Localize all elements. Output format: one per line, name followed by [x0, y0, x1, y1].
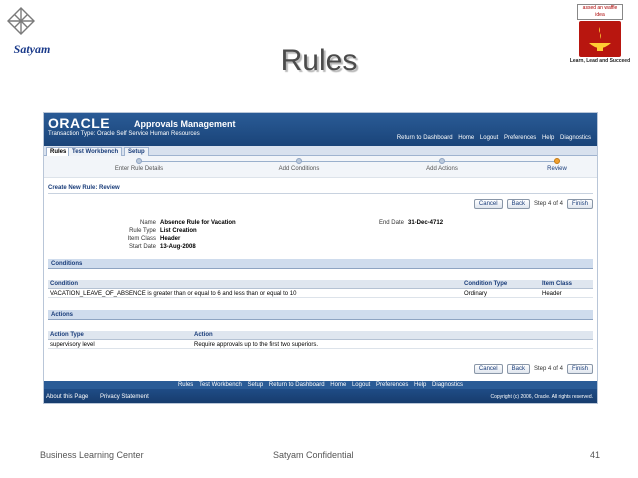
footer-link-logout[interactable]: Logout	[352, 382, 370, 388]
footer-link-test-workbench[interactable]: Test Workbench	[199, 382, 242, 388]
bottom-button-row: Cancel Back Step 4 of 4 Finish	[473, 364, 593, 374]
end-date-value: 31-Dec-4712	[408, 220, 444, 226]
global-link-help[interactable]: Help	[542, 135, 554, 141]
column-header: Action	[194, 332, 213, 338]
condition-type-cell: Ordinary	[464, 291, 488, 297]
privacy-link[interactable]: Privacy Statement	[100, 394, 149, 400]
train-step-dot-current	[554, 158, 560, 164]
column-header: Action Type	[50, 332, 84, 338]
train-step-enter-rule-details[interactable]: Enter Rule Details	[99, 158, 179, 172]
train-step-add-actions[interactable]: Add Actions	[402, 158, 482, 172]
footer-link-setup[interactable]: Setup	[248, 382, 264, 388]
item-class-cell: Header	[542, 291, 562, 297]
train-step-dot	[296, 158, 302, 164]
rule-name-value: Absence Rule for Vacation	[160, 220, 236, 226]
app-name: Approvals Management	[134, 119, 236, 129]
footer-left-text: Business Learning Center	[40, 450, 144, 460]
train-step-label: Add Actions	[426, 166, 458, 172]
global-link-home[interactable]: Home	[458, 135, 474, 141]
footer-left: About this Page Privacy Statement	[46, 394, 159, 400]
train-step-dot	[439, 158, 445, 164]
condition-cell: VACATION_LEAVE_OF_ABSENCE is greater tha…	[50, 291, 297, 297]
train-step-label: Add Conditions	[278, 166, 320, 172]
actions-table-header: Action Type Action	[48, 331, 593, 340]
table-row: VACATION_LEAVE_OF_ABSENCE is greater tha…	[48, 290, 593, 298]
tab-bar: Rules Test Workbench Setup	[44, 146, 597, 156]
footer-link-preferences[interactable]: Preferences	[376, 382, 408, 388]
rule-type-value: List Creation	[160, 228, 197, 234]
train-step-label: Review	[547, 166, 567, 172]
conditions-table-header: Condition Condition Type Item Class	[48, 280, 593, 289]
app-footer: About this Page Privacy Statement Copyri…	[44, 389, 597, 403]
table-row: supervisory level Require approvals up t…	[48, 341, 593, 349]
page-title: Create New Rule: Review	[48, 185, 120, 191]
rule-type-label: Rule Type	[129, 228, 156, 234]
column-header: Item Class	[542, 281, 573, 287]
train-step-dot	[136, 158, 142, 164]
process-train: Enter Rule Details Add Conditions Add Ac…	[44, 156, 597, 178]
global-link-dashboard[interactable]: Return to Dashboard	[397, 135, 453, 141]
actions-section-header: Actions	[48, 310, 593, 320]
oracle-logo: ORACLE	[48, 115, 111, 131]
copyright: Copyright (c) 2006, Oracle. All rights r…	[490, 394, 593, 400]
footer-link-help[interactable]: Help	[414, 382, 426, 388]
global-link-diagnostics[interactable]: Diagnostics	[560, 135, 591, 141]
cancel-button[interactable]: Cancel	[473, 199, 503, 209]
global-link-preferences[interactable]: Preferences	[504, 135, 536, 141]
rule-name-label: Name	[139, 220, 156, 226]
transaction-type: Transaction Type: Oracle Self Service Hu…	[48, 131, 200, 137]
item-class-value: Header	[160, 236, 181, 242]
satyam-logo-icon	[7, 7, 35, 35]
back-button[interactable]: Back	[506, 199, 530, 209]
tab-setup[interactable]: Setup	[124, 147, 149, 156]
blc-logo-caption: Learn, Lead and Succeed	[569, 58, 631, 64]
app-header: ORACLE Approvals Management Transaction …	[44, 113, 597, 146]
column-header: Condition	[50, 281, 78, 287]
blc-logo-top-text: assed an waffle idea	[577, 4, 623, 20]
footer-link-diagnostics[interactable]: Diagnostics	[432, 382, 463, 388]
conditions-section-header: Conditions	[48, 259, 593, 269]
train-line	[139, 161, 559, 162]
end-date: End Date 31-Dec-4712	[344, 220, 504, 230]
footer-link-dashboard[interactable]: Return to Dashboard	[269, 382, 325, 388]
finish-button[interactable]: Finish	[566, 364, 593, 374]
start-date-label: Start Date	[128, 244, 156, 250]
footer-center-text: Satyam Confidential	[273, 450, 354, 460]
global-link-logout[interactable]: Logout	[480, 135, 498, 141]
slide-title: Rules	[280, 44, 358, 77]
action-type-cell: supervisory level	[50, 342, 95, 348]
oracle-screenshot: ORACLE Approvals Management Transaction …	[43, 112, 598, 404]
footer-link-rules[interactable]: Rules	[178, 382, 193, 388]
action-cell: Require approvals up to the first two su…	[194, 342, 319, 348]
train-step-add-conditions[interactable]: Add Conditions	[259, 158, 339, 172]
step-indicator: Step 4 of 4	[533, 366, 563, 372]
top-button-row: Cancel Back Step 4 of 4 Finish	[473, 199, 593, 209]
tab-test-workbench[interactable]: Test Workbench	[68, 147, 123, 156]
tab-rules[interactable]: Rules	[46, 147, 71, 156]
step-indicator: Step 4 of 4	[533, 201, 563, 207]
page-number: 41	[590, 450, 601, 460]
footer-links: Rules Test Workbench Setup Return to Das…	[44, 381, 597, 389]
back-button[interactable]: Back	[506, 364, 530, 374]
train-step-label: Enter Rule Details	[114, 166, 164, 172]
end-date-label: End Date	[378, 220, 404, 226]
item-class-label: Item Class	[127, 236, 156, 242]
global-links: Return to Dashboard Home Logout Preferen…	[393, 135, 591, 141]
train-step-review: Review	[517, 158, 597, 172]
lamp-icon	[579, 21, 621, 57]
footer-link-home[interactable]: Home	[330, 382, 346, 388]
start-date-value: 13-Aug-2008	[160, 244, 196, 250]
finish-button[interactable]: Finish	[566, 199, 593, 209]
blc-logo: assed an waffle idea Learn, Lead and Suc…	[568, 4, 632, 64]
about-page-link[interactable]: About this Page	[46, 394, 88, 400]
column-header: Condition Type	[464, 281, 508, 287]
cancel-button[interactable]: Cancel	[473, 364, 503, 374]
divider	[48, 193, 593, 194]
